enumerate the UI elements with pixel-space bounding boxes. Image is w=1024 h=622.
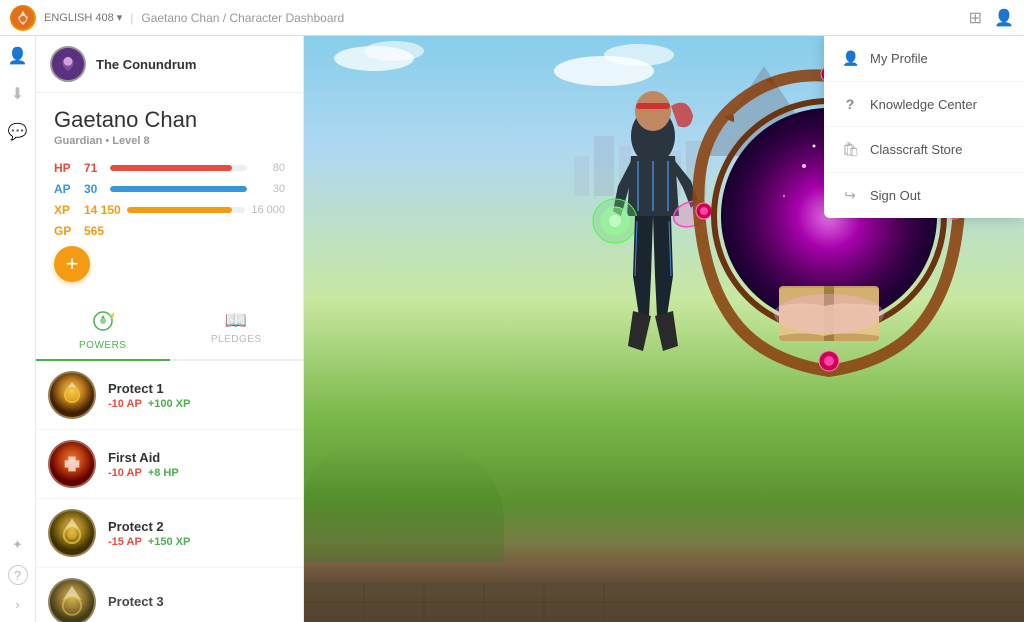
- dropdown-knowledge-label: Knowledge Center: [870, 97, 977, 112]
- power-icon-protect2: [48, 509, 96, 557]
- cloud-2: [364, 41, 424, 61]
- protect2-xp-cost: +150 XP: [148, 536, 191, 548]
- power-info-protect3: Protect 3: [108, 594, 291, 611]
- hp-label: HP: [54, 161, 78, 175]
- power-icon-protect1: [48, 371, 96, 419]
- nav-chat-icon[interactable]: 💬: [8, 122, 28, 142]
- breadcrumb: Gaetano Chan / Character Dashboard: [141, 11, 344, 25]
- main-content: 👤 My Profile ? Knowledge Center 🛍 Classc…: [304, 36, 1024, 622]
- powers-tab-label: POWERS: [79, 340, 126, 351]
- power-info-protect1: Protect 1 -10 AP +100 XP: [108, 381, 291, 410]
- nav-profile-icon[interactable]: 👤: [8, 46, 28, 66]
- power-cost-protect2: -15 AP +150 XP: [108, 536, 291, 548]
- power-item-protect1[interactable]: Protect 1 -10 AP +100 XP: [36, 361, 303, 430]
- ap-row: AP 30 30: [54, 182, 285, 196]
- hp-max: 80: [253, 162, 285, 174]
- signout-icon: ↪: [842, 187, 858, 204]
- top-bar-right: ⊞ 👤: [969, 8, 1014, 28]
- dropdown-classcraft-store[interactable]: 🛍 Classcraft Store: [824, 127, 1024, 173]
- dropdown-my-profile[interactable]: 👤 My Profile: [824, 36, 1024, 82]
- gp-label: GP: [54, 224, 78, 238]
- store-icon: 🛍: [842, 141, 858, 158]
- nav-download-icon[interactable]: ⬇: [11, 84, 24, 104]
- power-name-firstaid: First Aid: [108, 450, 291, 465]
- powers-tab-icon: ⚡: [92, 310, 114, 337]
- power-info-protect2: Protect 2 -15 AP +150 XP: [108, 519, 291, 548]
- tabs: ⚡ POWERS 📖 PLEDGES: [36, 302, 303, 361]
- powers-list: Protect 1 -10 AP +100 XP First Aid -10 A…: [36, 361, 303, 622]
- xp-value: 14 150: [84, 203, 121, 217]
- dropdown-signout-label: Sign Out: [870, 188, 921, 203]
- vegetation-left: [304, 442, 504, 562]
- dropdown-sign-out[interactable]: ↪ Sign Out: [824, 173, 1024, 218]
- sidebar: The Conundrum Gaetano Chan Guardian • Le…: [36, 36, 304, 622]
- dropdown-menu: 👤 My Profile ? Knowledge Center 🛍 Classc…: [824, 36, 1024, 218]
- ap-bar-container: [110, 186, 247, 192]
- nav-collapse-icon[interactable]: ›: [15, 597, 19, 612]
- power-info-firstaid: First Aid -10 AP +8 HP: [108, 450, 291, 479]
- ap-label: AP: [54, 182, 78, 196]
- power-name-protect2: Protect 2: [108, 519, 291, 534]
- top-bar-left: ENGLISH 408 ▾ | Gaetano Chan / Character…: [10, 5, 344, 31]
- xp-row: XP 14 150 16 000: [54, 203, 285, 217]
- power-cost-firstaid: -10 AP +8 HP: [108, 467, 291, 479]
- firstaid-ap-cost: -10 AP: [108, 467, 142, 479]
- power-icon-protect3: [48, 578, 96, 622]
- add-button[interactable]: +: [54, 246, 90, 282]
- power-cost-protect1: -10 AP +100 XP: [108, 398, 291, 410]
- pledges-tab-icon: 📖: [225, 310, 248, 331]
- hp-row: HP 71 80: [54, 161, 285, 175]
- group-avatar: [50, 46, 86, 82]
- tab-powers[interactable]: ⚡ POWERS: [36, 302, 170, 361]
- hp-value: 71: [84, 161, 104, 175]
- knowledge-icon: ?: [842, 96, 858, 112]
- hp-bar-container: [110, 165, 247, 171]
- ap-value: 30: [84, 182, 104, 196]
- protect2-ap-cost: -15 AP: [108, 536, 142, 548]
- xp-bar: [127, 207, 232, 213]
- character-subtitle: Guardian • Level 8: [54, 135, 285, 147]
- user-settings-icon[interactable]: 👤: [994, 8, 1014, 28]
- profile-icon: 👤: [842, 50, 858, 67]
- group-name: The Conundrum: [96, 57, 196, 72]
- dropdown-store-label: Classcraft Store: [870, 142, 962, 157]
- power-name-protect1: Protect 1: [108, 381, 291, 396]
- grid-icon[interactable]: ⊞: [969, 8, 982, 28]
- ap-max: 30: [253, 183, 285, 195]
- app-logo[interactable]: [10, 5, 36, 31]
- stats-section: Gaetano Chan Guardian • Level 8 HP 71 80…: [36, 93, 303, 292]
- nav-help-icon[interactable]: ?: [8, 565, 28, 585]
- gp-value: 565: [84, 224, 104, 238]
- top-bar: ENGLISH 408 ▾ | Gaetano Chan / Character…: [0, 0, 1024, 36]
- protect1-xp-cost: +100 XP: [148, 398, 191, 410]
- hp-bar: [110, 165, 232, 171]
- main-layout: 👤 ⬇ 💬 ✦ ? › The Conundrum Gaetano Chan: [0, 36, 1024, 622]
- ap-bar: [110, 186, 247, 192]
- power-item-protect3[interactable]: Protect 3: [36, 568, 303, 622]
- tab-pledges[interactable]: 📖 PLEDGES: [170, 302, 304, 359]
- language-badge[interactable]: ENGLISH 408 ▾: [44, 11, 122, 24]
- power-item-protect2[interactable]: Protect 2 -15 AP +150 XP: [36, 499, 303, 568]
- icon-nav: 👤 ⬇ 💬 ✦ ? ›: [0, 36, 36, 622]
- dropdown-knowledge-center[interactable]: ? Knowledge Center: [824, 82, 1024, 127]
- power-icon-firstaid: [48, 440, 96, 488]
- dropdown-profile-label: My Profile: [870, 51, 928, 66]
- power-item-firstaid[interactable]: First Aid -10 AP +8 HP: [36, 430, 303, 499]
- sidebar-header: The Conundrum: [36, 36, 303, 93]
- xp-bar-container: [127, 207, 246, 213]
- xp-label: XP: [54, 203, 78, 217]
- pledges-tab-label: PLEDGES: [211, 334, 262, 345]
- svg-text:⚡: ⚡: [108, 310, 114, 320]
- xp-max: 16 000: [251, 204, 285, 216]
- power-name-protect3: Protect 3: [108, 594, 291, 609]
- firstaid-hp-cost: +8 HP: [148, 467, 179, 479]
- protect1-ap-cost: -10 AP: [108, 398, 142, 410]
- character-name: Gaetano Chan: [54, 107, 285, 133]
- gp-row: GP 565: [54, 224, 285, 238]
- nav-star-icon[interactable]: ✦: [12, 537, 23, 553]
